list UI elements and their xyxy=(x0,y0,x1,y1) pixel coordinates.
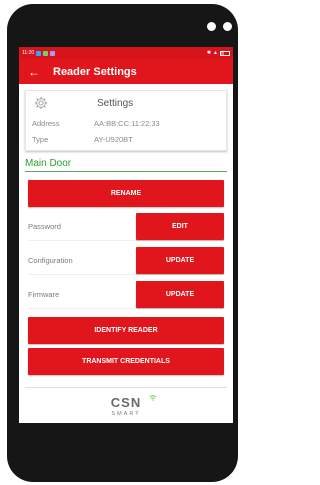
brand-logo: CSN SMART xyxy=(19,394,233,417)
address-label: Address xyxy=(32,119,60,128)
notification-icon xyxy=(36,50,42,56)
address-value: AA:BB:CC:11:22:33 xyxy=(94,119,160,128)
sensor-dot xyxy=(223,22,232,31)
type-row: Type AY-U920BT xyxy=(32,135,133,144)
configuration-field: Configuration UPDATE xyxy=(28,247,224,275)
status-bar: 11:20 ✱ ▲ xyxy=(19,47,233,59)
identify-reader-button[interactable]: IDENTIFY READER xyxy=(28,317,224,344)
app-screen: 11:20 ✱ ▲ ← Reader Settings Settings Add… xyxy=(19,47,233,423)
type-label: Type xyxy=(32,135,49,144)
password-field: Password EDIT xyxy=(28,213,224,241)
transmit-credentials-button[interactable]: TRANSMIT CREDENTIALS xyxy=(28,348,224,375)
door-name: Main Door xyxy=(25,158,227,172)
back-arrow-icon[interactable]: ← xyxy=(19,65,49,79)
settings-card: Settings Address AA:BB:CC:11:22:33 Type … xyxy=(25,90,227,151)
update-firmware-button[interactable]: UPDATE xyxy=(136,281,224,308)
firmware-label: Firmware xyxy=(28,290,60,299)
notification-icon xyxy=(50,50,56,56)
update-configuration-button[interactable]: UPDATE xyxy=(136,247,224,274)
gear-icon xyxy=(34,96,48,110)
footer-divider xyxy=(25,387,227,388)
wireless-icon xyxy=(149,395,157,401)
address-row: Address AA:BB:CC:11:22:33 xyxy=(32,119,160,128)
settings-card-title: Settings xyxy=(97,98,134,109)
app-bar: ← Reader Settings xyxy=(19,59,233,84)
battery-icon xyxy=(220,50,230,56)
bluetooth-icon: ✱ xyxy=(206,50,212,56)
type-value: AY-U920BT xyxy=(94,135,133,144)
password-label: Password xyxy=(28,222,61,231)
page-title: Reader Settings xyxy=(53,65,137,78)
rename-button[interactable]: RENAME xyxy=(28,180,224,207)
logo-sub: SMART xyxy=(111,411,141,417)
firmware-field: Firmware UPDATE xyxy=(28,281,224,309)
notification-icon xyxy=(43,50,49,56)
edit-password-button[interactable]: EDIT xyxy=(136,213,224,240)
status-time: 11:20 xyxy=(22,50,35,56)
camera-dot xyxy=(207,22,216,31)
signal-icon: ▲ xyxy=(213,50,218,56)
logo-brand: CSN xyxy=(110,395,142,410)
configuration-label: Configuration xyxy=(28,256,73,265)
